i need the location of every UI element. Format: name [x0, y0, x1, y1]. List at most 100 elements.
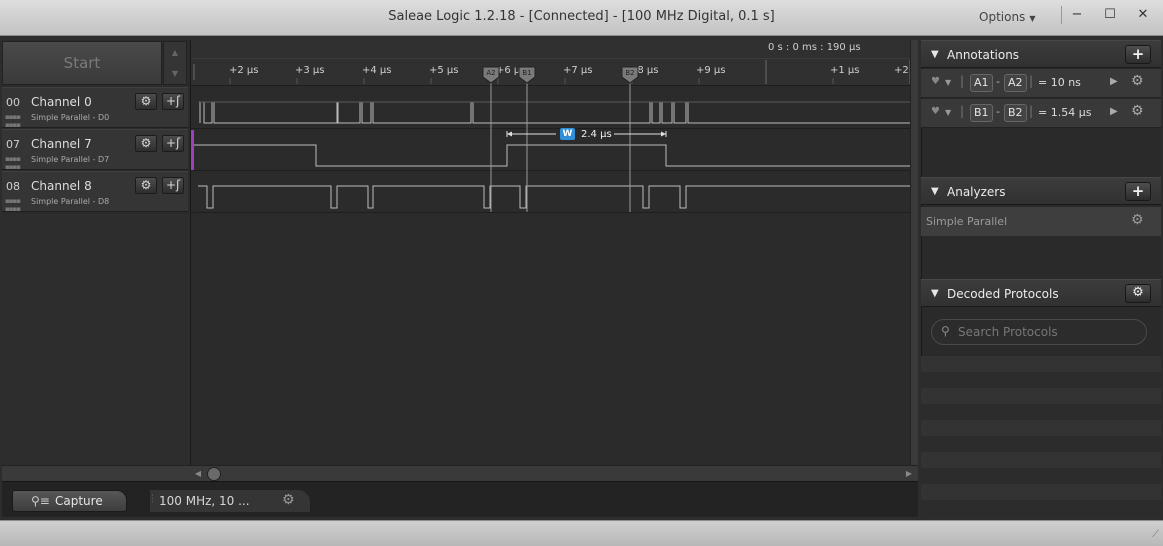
pin-icon[interactable]: ♥: [931, 76, 940, 87]
trigger-edge-icon: +ʃ: [165, 94, 181, 108]
search-icon: ⚲: [941, 324, 950, 338]
channel-name[interactable]: Channel 0: [31, 95, 92, 109]
channel-analyzer-label: Simple Parallel - D7: [31, 155, 110, 164]
chevron-down-icon[interactable]: ▼: [164, 63, 186, 84]
sample-rate-label[interactable]: 100 MHz, 10 ...: [159, 494, 250, 508]
capture-tab[interactable]: ⚲≡ Capture: [12, 490, 127, 512]
decoded-protocols-title: Decoded Protocols: [947, 287, 1059, 301]
tick-label: +9 µs: [696, 65, 726, 76]
marker-b2-chip[interactable]: B2: [1004, 104, 1027, 122]
minimize-button[interactable]: −: [1064, 4, 1090, 26]
channel-settings-button[interactable]: ⚙: [135, 177, 157, 194]
width-value: 2.4 µs: [581, 129, 612, 140]
channel-trigger-button[interactable]: +ʃ: [162, 93, 184, 110]
decoded-protocols-header[interactable]: ▼ Decoded Protocols ⚙: [921, 279, 1161, 307]
close-button[interactable]: ✕: [1130, 4, 1156, 26]
marker-b2-label[interactable]: B2: [623, 69, 637, 77]
divider: |: [1029, 104, 1034, 118]
add-annotation-button[interactable]: +: [1125, 45, 1151, 64]
horizontal-scrollbar[interactable]: ◀ ▶: [190, 465, 918, 481]
channel-settings-button[interactable]: ⚙: [135, 93, 157, 110]
capture-label: Capture: [55, 494, 103, 508]
vertical-scrollbar[interactable]: [910, 40, 918, 465]
gear-icon: ⚙: [140, 94, 152, 108]
annotations-header[interactable]: ▼ Annotations +: [921, 40, 1161, 68]
options-menu[interactable]: Options ▼: [979, 10, 1035, 24]
waveform-area[interactable]: [190, 40, 918, 465]
play-icon[interactable]: ▶: [1110, 76, 1118, 87]
search-protocols-input[interactable]: ⚲ Search Protocols: [931, 319, 1147, 345]
tick-label: +2 µs: [229, 65, 259, 76]
drag-handle-icon[interactable]: ▪▪▪▪ ▪▪▪▪: [5, 155, 21, 171]
channel-number: 08: [6, 180, 20, 193]
channel-number: 00: [6, 96, 20, 109]
protocol-list-stripe: [921, 404, 1161, 420]
marker-a2-chip[interactable]: A2: [1004, 74, 1027, 92]
analyzers-title: Analyzers: [947, 185, 1006, 199]
play-icon[interactable]: ▶: [1110, 106, 1118, 117]
marker-a1-chip[interactable]: A1: [970, 74, 993, 92]
search-placeholder: Search Protocols: [958, 325, 1058, 339]
gear-icon: ⚙: [1132, 285, 1144, 300]
collapse-triangle-icon[interactable]: ▼: [931, 288, 939, 299]
options-label: Options: [979, 10, 1026, 24]
channel-trigger-button[interactable]: +ʃ: [162, 177, 184, 194]
protocol-list-stripe: [921, 468, 1161, 484]
drag-handle-icon[interactable]: ▪▪▪▪ ▪▪▪▪: [5, 113, 21, 129]
annotation-row[interactable]: ♥ ▼ | B1 - B2 | = 1.54 µs ▶ ⚙: [921, 99, 1161, 128]
protocol-list-stripe: [921, 500, 1161, 517]
gear-icon[interactable]: ⚙: [282, 492, 295, 508]
scroll-right-icon[interactable]: ▶: [903, 468, 915, 480]
tick-label: +3 µs: [295, 65, 325, 76]
trigger-edge-icon: +ʃ: [165, 136, 181, 150]
drag-handle-icon[interactable]: ▪▪▪▪ ▪▪▪▪: [5, 197, 21, 213]
channel-number: 07: [6, 138, 20, 151]
gear-icon[interactable]: ⚙: [1131, 103, 1144, 119]
gear-icon: ⚙: [140, 178, 152, 192]
channel-row[interactable]: 07 ▪▪▪▪ ▪▪▪▪ Channel 7 Simple Parallel - …: [2, 129, 188, 171]
chevron-down-icon: ▼: [1029, 14, 1036, 23]
resize-grip-icon[interactable]: ⟋: [1152, 529, 1159, 540]
marker-a2-label[interactable]: A2: [484, 69, 498, 77]
title-divider: [1061, 6, 1062, 24]
add-analyzer-button[interactable]: +: [1125, 182, 1151, 201]
chevron-down-icon[interactable]: ▼: [945, 108, 951, 117]
protocol-list-stripe: [921, 436, 1161, 452]
divider: |: [960, 104, 965, 118]
chevron-down-icon[interactable]: ▼: [945, 78, 951, 87]
capture-search-icon: ⚲≡: [31, 494, 50, 508]
annotation-value: = 10 ns: [1038, 76, 1081, 89]
analyzer-item[interactable]: Simple Parallel ⚙: [921, 207, 1161, 236]
scroll-left-icon[interactable]: ◀: [192, 468, 204, 480]
marker-b1-chip[interactable]: B1: [970, 104, 993, 122]
marker-b1-label[interactable]: B1: [520, 69, 534, 77]
grip-icon: ⋮: [148, 494, 157, 504]
scroll-thumb[interactable]: [207, 467, 221, 481]
protocol-list-stripe: [921, 420, 1161, 436]
gear-icon[interactable]: ⚙: [1131, 212, 1144, 228]
channel-row[interactable]: 08 ▪▪▪▪ ▪▪▪▪ Channel 8 Simple Parallel - …: [2, 171, 188, 213]
analyzers-header[interactable]: ▼ Analyzers +: [921, 177, 1161, 205]
pin-icon[interactable]: ♥: [931, 106, 940, 117]
dash: -: [996, 105, 1000, 118]
channel-trigger-button[interactable]: +ʃ: [162, 135, 184, 152]
decoded-settings-button[interactable]: ⚙: [1125, 284, 1151, 303]
protocol-list-stripe: [921, 452, 1161, 468]
channel-row[interactable]: 00 ▪▪▪▪ ▪▪▪▪ Channel 0 Simple Parallel - …: [2, 87, 188, 129]
channel-name[interactable]: Channel 7: [31, 137, 92, 151]
chevron-up-icon[interactable]: ▲: [164, 42, 186, 63]
collapse-triangle-icon[interactable]: ▼: [931, 186, 939, 197]
start-button[interactable]: Start: [2, 41, 162, 85]
channel-name[interactable]: Channel 8: [31, 179, 92, 193]
gear-icon[interactable]: ⚙: [1131, 73, 1144, 89]
maximize-button[interactable]: ☐: [1097, 4, 1123, 26]
tick-label: +5 µs: [429, 65, 459, 76]
protocol-list-stripe: [921, 356, 1161, 372]
channel-settings-button[interactable]: ⚙: [135, 135, 157, 152]
annotation-row[interactable]: ♥ ▼ | A1 - A2 | = 10 ns ▶ ⚙: [921, 69, 1161, 98]
tick-label: +4 µs: [362, 65, 392, 76]
dash: -: [996, 75, 1000, 88]
start-spinner[interactable]: ▲ ▼: [163, 41, 187, 85]
collapse-triangle-icon[interactable]: ▼: [931, 49, 939, 60]
analyzer-name: Simple Parallel: [926, 215, 1008, 228]
